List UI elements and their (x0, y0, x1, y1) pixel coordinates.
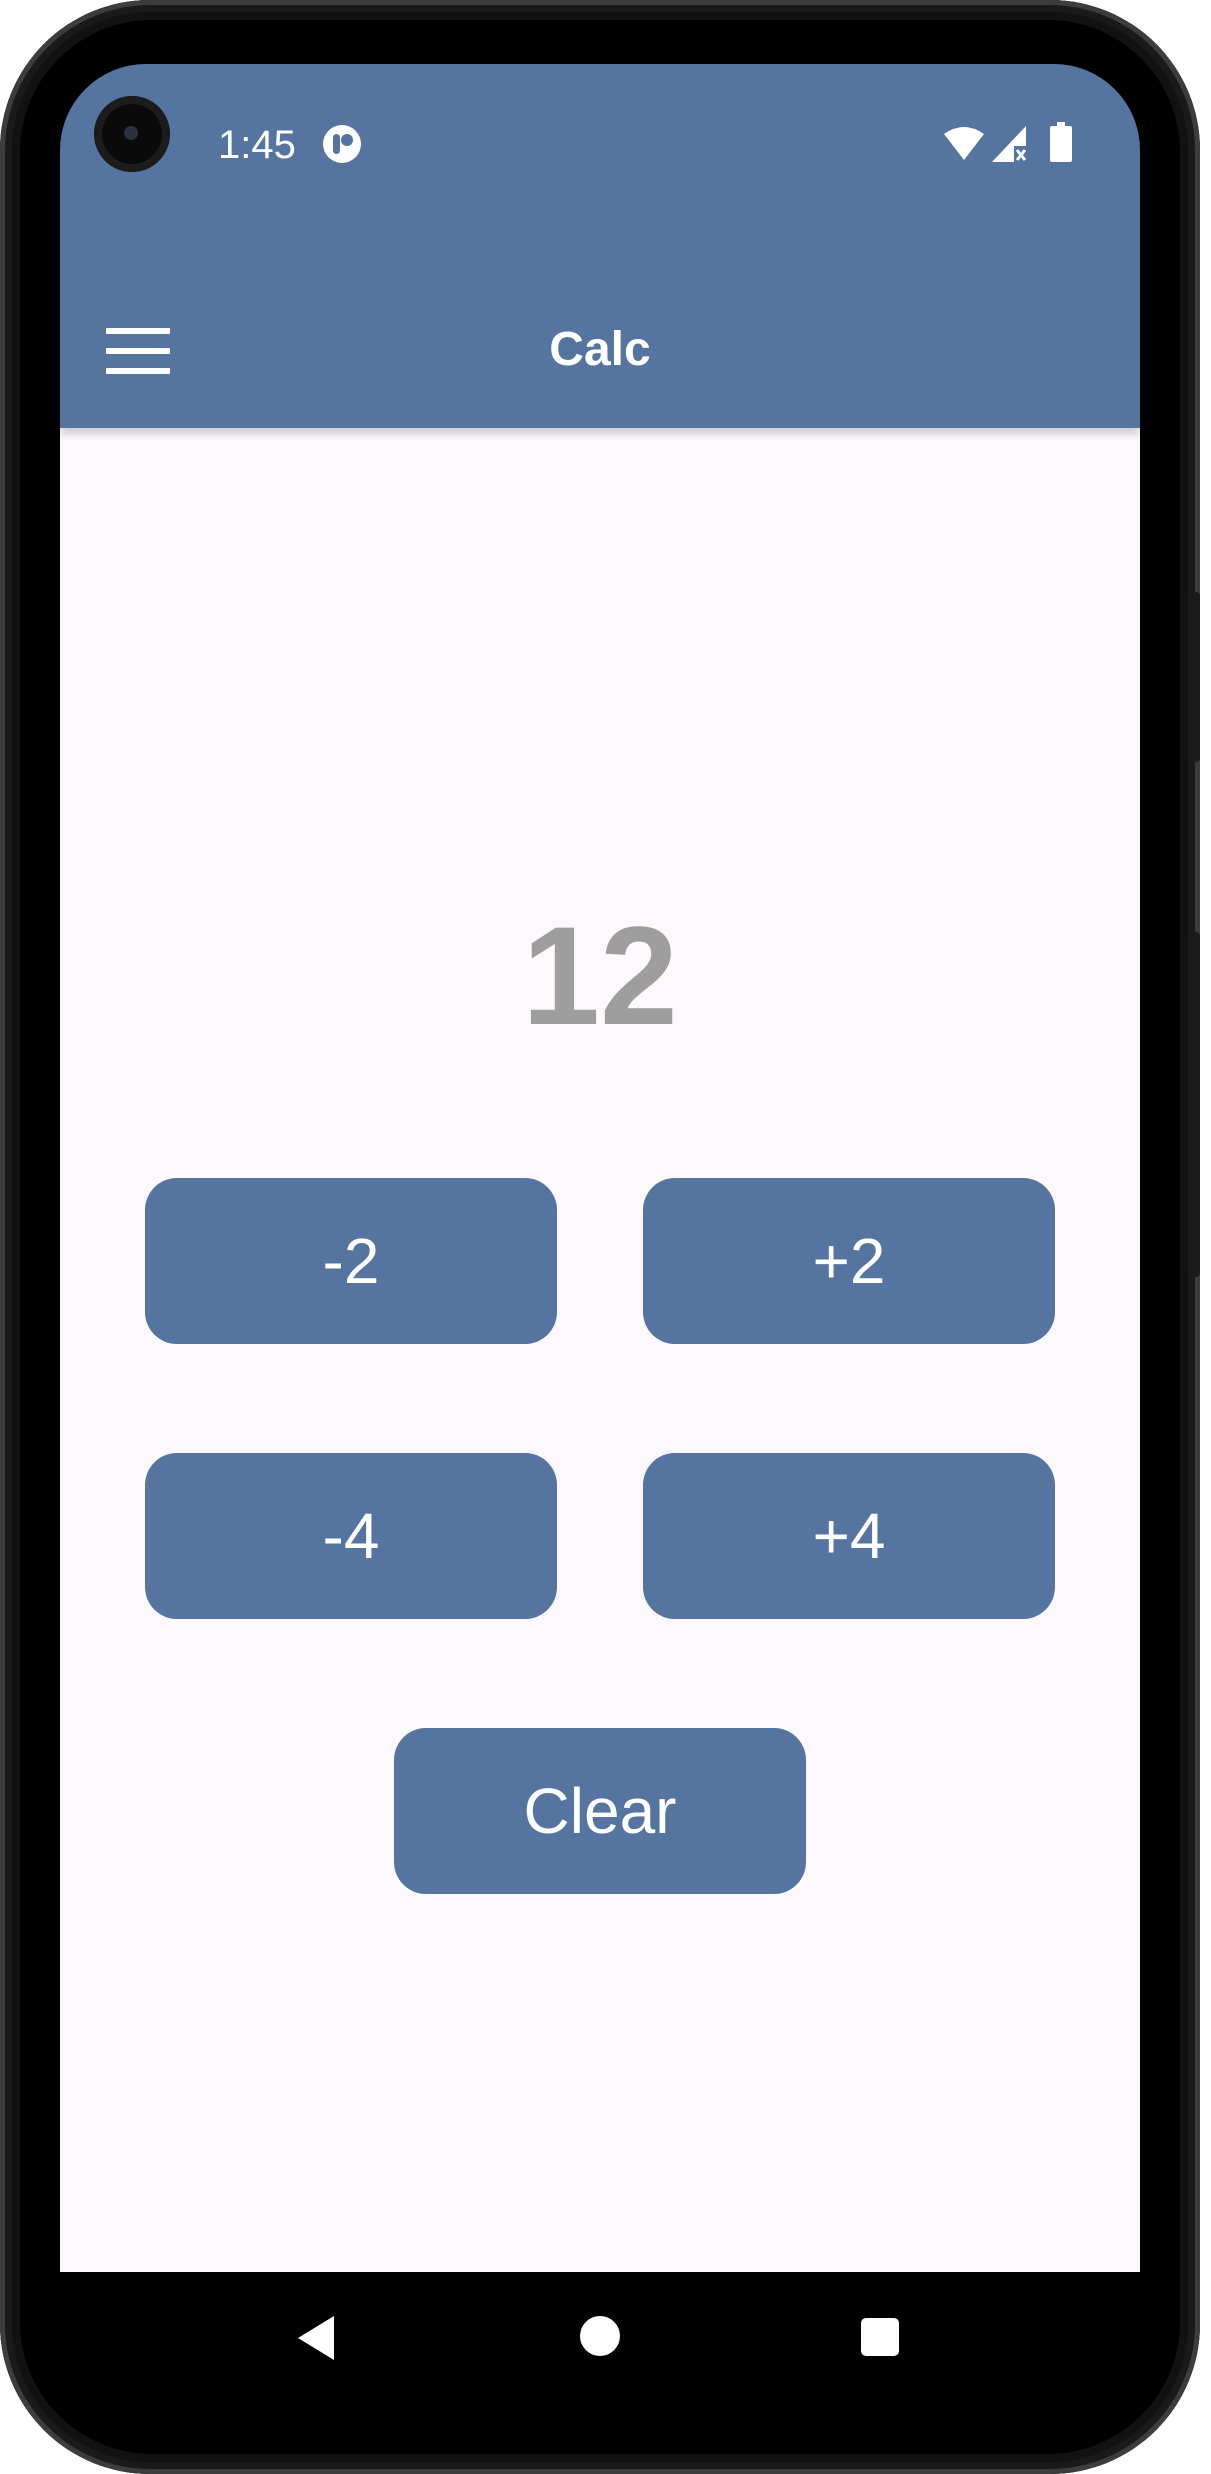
front-camera (94, 96, 170, 172)
wifi-icon (944, 127, 984, 160)
minus-2-button[interactable]: -2 (145, 1178, 557, 1344)
phone-frame: 1:45 Calc 12 -2 +2 -4 +4 Clear (0, 0, 1200, 2474)
app-bar: Calc (60, 230, 1140, 428)
plus-4-button[interactable]: +4 (643, 1453, 1055, 1619)
app-notification-icon (323, 125, 361, 163)
battery-icon (1050, 122, 1072, 162)
back-icon[interactable] (296, 2314, 336, 2362)
status-bar: 1:45 (60, 64, 1140, 230)
app-title: Calc (549, 323, 651, 376)
screen: 1:45 Calc 12 -2 +2 -4 +4 Clear (60, 64, 1140, 2272)
main-content: 12 -2 +2 -4 +4 Clear (60, 428, 1140, 2272)
plus-2-button[interactable]: +2 (643, 1178, 1055, 1344)
home-icon[interactable] (580, 2316, 620, 2356)
status-time: 1:45 (218, 123, 296, 167)
clear-button[interactable]: Clear (394, 1728, 806, 1894)
recents-icon[interactable] (861, 2318, 899, 2356)
volume-button (1188, 932, 1200, 1277)
signal-icon (992, 126, 1027, 162)
minus-4-button[interactable]: -4 (145, 1453, 557, 1619)
power-button (1188, 592, 1200, 762)
counter-display: 12 (522, 897, 678, 1054)
